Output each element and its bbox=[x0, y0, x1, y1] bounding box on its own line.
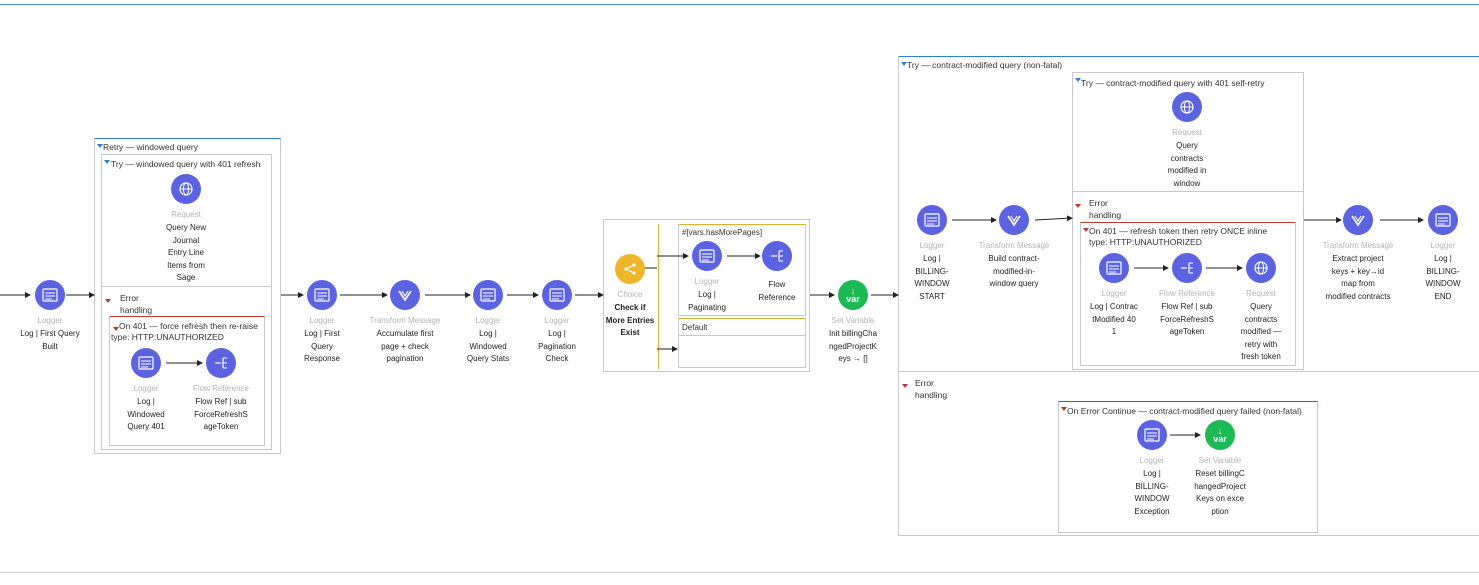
choice-default-label: Default bbox=[682, 323, 708, 332]
logger-icon bbox=[1099, 253, 1129, 283]
choice-when-expression: #[vars.hasMorePages] bbox=[682, 228, 763, 237]
collapse-triangle-icon[interactable] bbox=[902, 384, 908, 388]
error-handling-label: Error handling bbox=[120, 293, 153, 315]
logger-icon bbox=[542, 280, 572, 310]
choice-icon bbox=[615, 254, 645, 284]
transform-extract-project-keys[interactable]: Transform Message Extract project keys +… bbox=[1317, 205, 1399, 303]
on-error-retry-title: On 401 — refresh token then retry ONCE i… bbox=[1089, 226, 1268, 236]
collapse-triangle-icon[interactable] bbox=[105, 299, 111, 303]
request-query-contracts[interactable]: Request Query contracts modified in wind… bbox=[1152, 92, 1222, 190]
logger-icon bbox=[473, 280, 503, 310]
try-contract-retry-title: Try — contract-modified query with 401 s… bbox=[1081, 78, 1265, 88]
flow-reference-icon bbox=[1172, 253, 1202, 283]
set-variable-icon: ↓ var bbox=[1205, 420, 1235, 450]
set-variable-icon: ↓ var bbox=[838, 280, 868, 310]
canvas-bottom-border bbox=[0, 572, 1479, 573]
set-variable-reset[interactable]: ↓ var Set Variable Reset billingChangedPr… bbox=[1185, 420, 1255, 518]
flow-ref-force-refresh-contract[interactable]: Flow Reference Flow Ref | subForceRefres… bbox=[1152, 253, 1222, 339]
logger-icon bbox=[35, 280, 65, 310]
try-contract-divider bbox=[899, 371, 1479, 372]
choice-check-more-entries[interactable]: Choice Check if More Entries Exist bbox=[595, 254, 665, 340]
on-error-title: On 401 — force refresh then re-raise bbox=[119, 321, 258, 331]
logger-icon bbox=[1137, 420, 1167, 450]
collapse-triangle-icon[interactable] bbox=[1075, 204, 1081, 208]
logger-billing-window-start[interactable]: Logger Log | BILLING-WINDOW START bbox=[897, 205, 967, 303]
logger-windowed-401[interactable]: Logger Log | Windowed Query 401 bbox=[111, 348, 181, 434]
retry-divider bbox=[1073, 191, 1303, 192]
default-divider bbox=[679, 335, 805, 336]
logger-pagination-check[interactable]: Logger Log | Pagination Check bbox=[522, 280, 592, 366]
request-query-journal[interactable]: Request Query New Journal Entry Line Ite… bbox=[151, 174, 221, 285]
logger-icon bbox=[917, 205, 947, 235]
request-query-contracts-retry[interactable]: Request Query contracts modified — retry… bbox=[1226, 253, 1296, 364]
collapse-triangle-icon[interactable] bbox=[104, 160, 110, 164]
set-variable-init[interactable]: ↓ var Set Variable Init billingChangedPro… bbox=[818, 280, 888, 366]
choice-default-route[interactable]: Default bbox=[678, 318, 806, 368]
retry-scope-title: Retry — windowed query bbox=[103, 142, 198, 152]
try-windowed-title: Try — windowed query with 401 refresh bbox=[111, 159, 261, 169]
logger-contract-modified-401[interactable]: Logger Log | ContractModified 401 bbox=[1079, 253, 1149, 339]
logger-first-query-built[interactable]: Logger Log | First Query Built bbox=[15, 280, 85, 353]
error-handling-label: Error handling bbox=[915, 378, 948, 400]
logger-icon bbox=[307, 280, 337, 310]
flow-ref-force-refresh[interactable]: Flow Reference Flow Ref | subForceRefres… bbox=[186, 348, 256, 434]
transform-accumulate-first-page[interactable]: Transform Message Accumulate first page … bbox=[366, 280, 444, 366]
logger-billing-window-exception[interactable]: Logger Log | BILLING-WINDOW Exception bbox=[1117, 420, 1187, 518]
logger-icon bbox=[1428, 205, 1458, 235]
canvas-top-border bbox=[0, 4, 1479, 5]
error-handling-label: Error handling bbox=[1089, 198, 1122, 220]
flow-reference-icon bbox=[206, 348, 236, 378]
try-divider bbox=[102, 286, 271, 287]
logger-paginating[interactable]: Logger Log | Paginating bbox=[672, 241, 742, 314]
flow-canvas: Retry — windowed query Try — windowed qu… bbox=[0, 0, 1479, 585]
on-error-retry-type: type: HTTP:UNAUTHORIZED bbox=[1089, 237, 1202, 247]
globe-icon bbox=[171, 174, 201, 204]
transform-build-contract-query[interactable]: Transform Message Build contract-modifie… bbox=[975, 205, 1053, 291]
transform-icon bbox=[999, 205, 1029, 235]
logger-windowed-query-stats[interactable]: Logger Log | Windowed Query Stats bbox=[453, 280, 523, 366]
flow-reference-icon bbox=[762, 241, 792, 271]
try-contract-title: Try — contract-modified query (non-fatal… bbox=[907, 60, 1063, 70]
transform-icon bbox=[390, 280, 420, 310]
logger-billing-window-end[interactable]: Logger Log | BILLING-WINDOW END bbox=[1408, 205, 1478, 303]
on-error-continue-title: On Error Continue — contract-modified qu… bbox=[1067, 406, 1302, 416]
logger-first-query-response[interactable]: Logger Log | First Query Response bbox=[287, 280, 357, 366]
transform-icon bbox=[1343, 205, 1373, 235]
flow-reference[interactable]: Flow Reference bbox=[742, 241, 812, 304]
globe-icon bbox=[1246, 253, 1276, 283]
globe-icon bbox=[1172, 92, 1202, 122]
logger-icon bbox=[692, 241, 722, 271]
logger-icon bbox=[131, 348, 161, 378]
on-error-type: type: HTTP:UNAUTHORIZED bbox=[111, 332, 224, 342]
